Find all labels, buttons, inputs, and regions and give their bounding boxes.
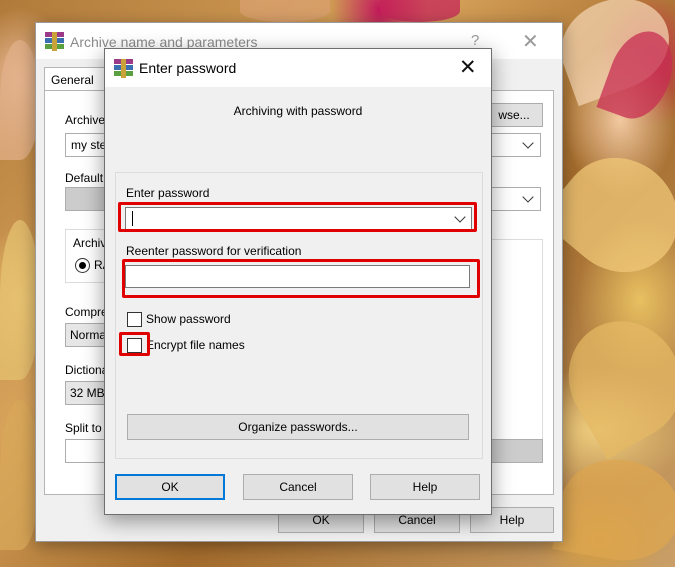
help-button-label: Help xyxy=(412,480,438,494)
organize-passwords-button[interactable]: Organize passwords... xyxy=(127,414,469,440)
back-cancel-label: Cancel xyxy=(398,513,436,527)
help-button[interactable]: Help xyxy=(370,474,480,500)
encrypt-file-names-label: Encrypt file names xyxy=(146,338,245,352)
wallpaper-petal xyxy=(240,0,330,22)
rar-radio[interactable] xyxy=(75,258,90,273)
enter-password-dialog: Enter password ✕ Archiving with password… xyxy=(104,48,492,515)
browse-button[interactable]: wse... xyxy=(485,103,543,127)
browse-button-label: wse... xyxy=(498,108,530,122)
wallpaper-petal xyxy=(380,0,460,22)
default-profile-label: Default xyxy=(65,171,104,185)
organize-passwords-label: Organize passwords... xyxy=(238,420,358,434)
highlight-reenter-password xyxy=(122,259,480,298)
wallpaper-petal xyxy=(547,300,675,460)
set-password-button[interactable] xyxy=(485,439,543,463)
archive-name-label: Archive xyxy=(65,113,106,127)
highlight-encrypt-checkbox xyxy=(119,332,150,356)
chevron-down-icon xyxy=(522,191,534,203)
tab-general[interactable]: General xyxy=(44,67,106,92)
dialog-title: Enter password xyxy=(139,60,237,76)
show-password-checkbox[interactable] xyxy=(127,312,142,327)
enter-password-label: Enter password xyxy=(126,186,210,200)
wallpaper-petal xyxy=(0,40,40,160)
winrar-books-icon xyxy=(45,32,64,51)
dialog-subtitle: Archiving with password xyxy=(233,104,363,118)
back-help-label: Help xyxy=(499,513,525,527)
cancel-button[interactable]: Cancel xyxy=(243,474,353,500)
radio-dot xyxy=(79,262,86,269)
ok-button[interactable]: OK xyxy=(115,474,225,500)
back-ok-label: OK xyxy=(312,513,330,527)
archive-format-label: Archiv xyxy=(73,236,107,250)
compression-value: Norma xyxy=(70,328,107,342)
reenter-password-label: Reenter password for verification xyxy=(126,244,302,258)
split-volumes-label: Split to xyxy=(65,421,102,435)
help-icon[interactable]: ? xyxy=(471,32,479,49)
close-icon[interactable]: ✕ xyxy=(459,55,477,80)
chevron-down-icon xyxy=(522,137,534,149)
winrar-books-icon xyxy=(114,59,133,78)
cancel-button-label: Cancel xyxy=(279,480,317,494)
wallpaper-petal xyxy=(0,400,40,550)
close-icon[interactable]: ✕ xyxy=(522,29,539,54)
archive-name-value: my ste xyxy=(71,138,107,152)
show-password-label: Show password xyxy=(146,312,231,326)
compression-label: Compre xyxy=(65,305,108,319)
dialog-titlebar: Enter password ✕ xyxy=(105,49,491,87)
archiving-options-group xyxy=(485,239,543,441)
highlight-enter-password xyxy=(118,202,477,232)
wallpaper-petal xyxy=(552,450,675,567)
ok-button-label: OK xyxy=(161,480,179,494)
dictionary-label: Dictiona xyxy=(65,363,109,377)
dictionary-value: 32 MB xyxy=(70,386,105,400)
wallpaper-petal xyxy=(0,220,40,380)
tab-general-label: General xyxy=(51,73,94,87)
